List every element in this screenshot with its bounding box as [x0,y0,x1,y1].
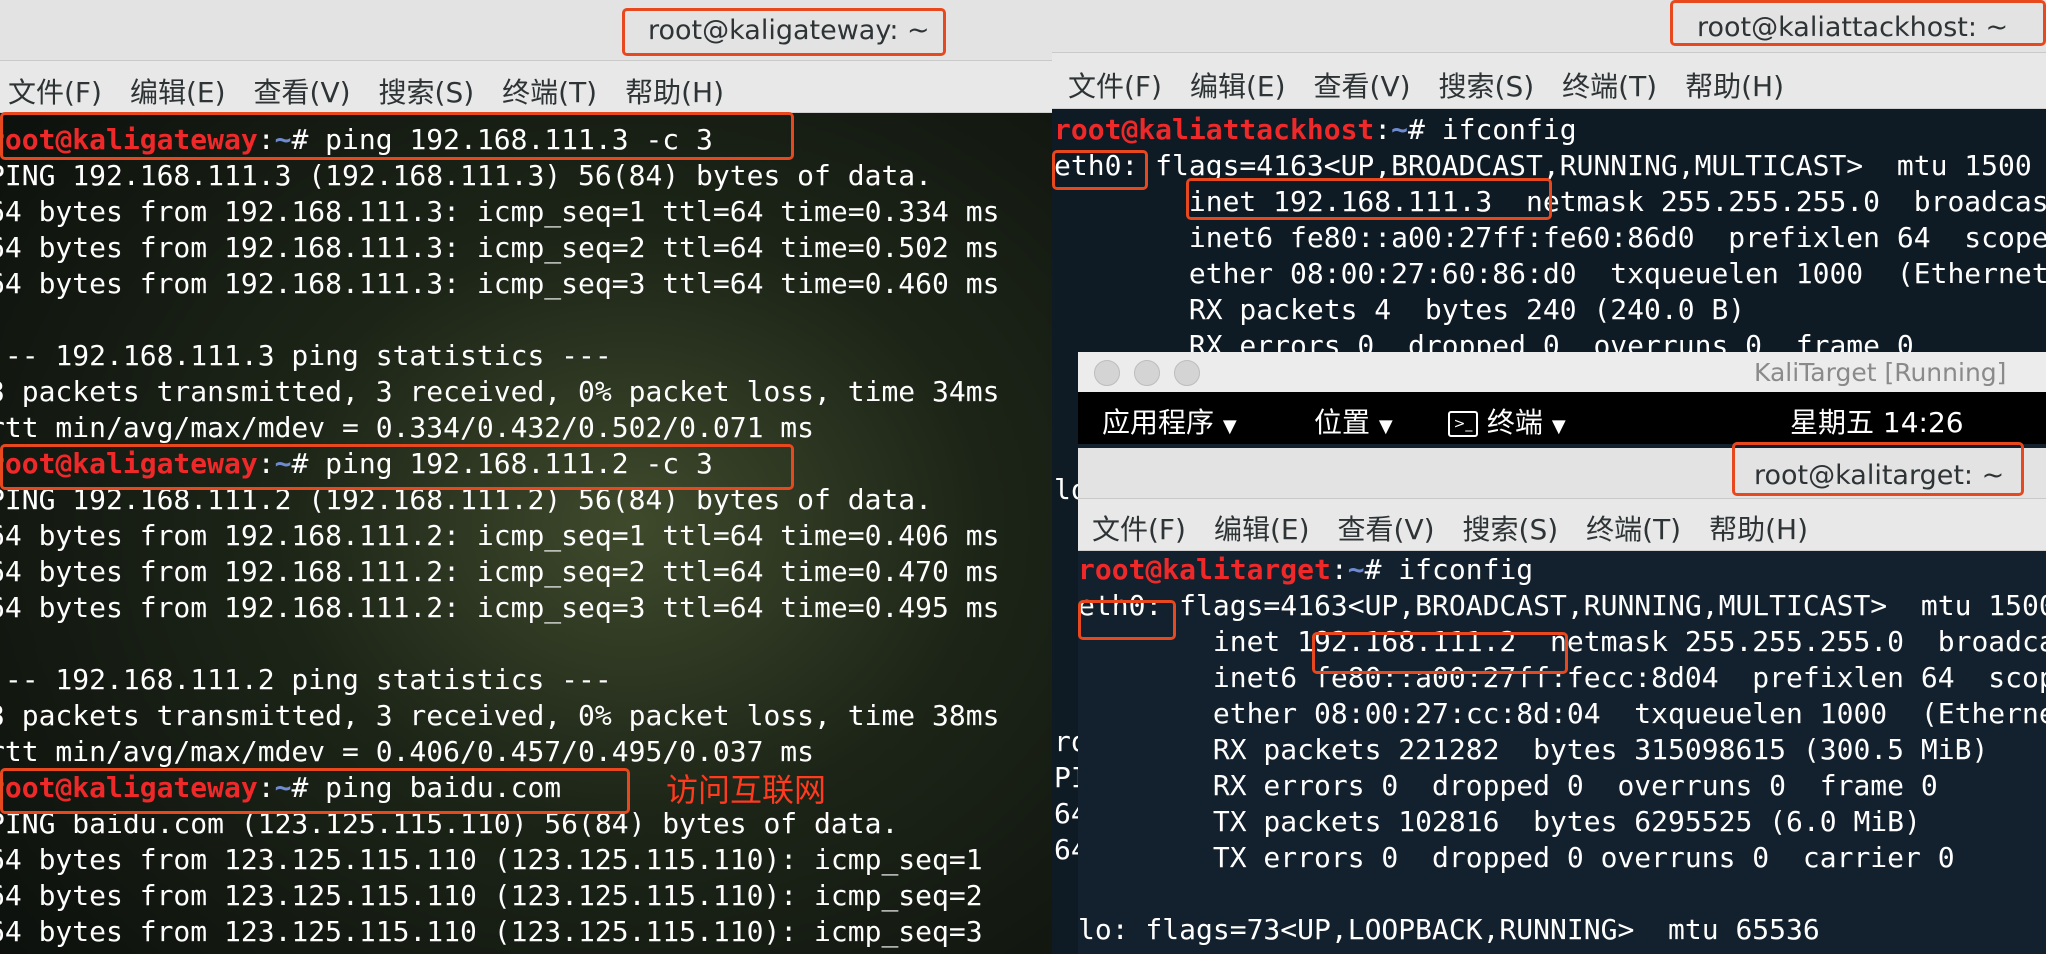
places-menu[interactable]: 位置 ▼ [1314,401,1393,441]
vbox-close-button[interactable] [1094,360,1120,386]
terminal-line: inet6 fe80::a00:27ff:fe60:86d0 prefixlen… [1054,221,2046,254]
annotation-internet-access: 访问互联网 [666,771,827,809]
vbox-minimize-button[interactable] [1134,360,1160,386]
terminal-line: 64 bytes from 192.168.111.3: icmp_seq=2 … [0,231,1000,264]
target-terminal-output[interactable]: root@kalitarget:~# ifconfig eth0: flags=4… [1078,552,2046,954]
menu-item[interactable]: 编辑(E) [130,71,226,111]
menu-item[interactable]: 编辑(E) [1214,508,1310,548]
terminal-line: 64 bytes from 123.125.115.110 (123.125.1… [0,879,983,912]
highlight-target-eth0 [1078,600,1176,640]
menu-item[interactable]: 终端(T) [1562,65,1657,105]
menu-item[interactable]: 搜索(S) [1463,508,1559,548]
highlight-attackhost-title [1670,0,2046,46]
terminal-line: 64 bytes from 192.168.111.2: icmp_seq=1 … [0,519,1000,552]
highlight-attackhost-eth0 [1052,150,1148,190]
highlight-ping-111-2 [0,444,794,490]
terminal-line: 64 bytes from 123.125.115.110 (123.125.1… [0,915,983,948]
terminal-line: PING 192.168.111.3 (192.168.111.3) 56(84… [0,159,933,192]
vbox-titlebar[interactable]: KaliTarget [Running] [1078,352,2046,393]
terminal-line: rtt min/avg/max/mdev = 0.406/0.457/0.495… [0,735,815,768]
attackhost-menubar: 文件(F) 编辑(E) 查看(V) 搜索(S) 终端(T) 帮助(H) [1052,53,2046,109]
terminal-icon: >_ [1448,411,1478,437]
terminal-line: TX packets 102816 bytes 6295525 (6.0 MiB… [1078,805,1921,838]
menu-item[interactable]: 文件(F) [8,71,102,111]
target-terminal-window[interactable]: root@kalitarget: ~ 文件(F) 编辑(E) 查看(V) 搜索(S) 终… [1078,448,2046,954]
menu-item[interactable]: 文件(F) [1092,508,1186,548]
terminal-line: 64 bytes from 192.168.111.3: icmp_seq=1 … [0,195,1000,228]
terminal-app-menu[interactable]: >_ 终端 ▼ [1448,401,1566,441]
terminal-line: RX packets 4 bytes 240 (240.0 B) [1054,293,1746,326]
menu-item[interactable]: 编辑(E) [1190,65,1286,105]
terminal-line: lo: flags=73<UP,LOOPBACK,RUNNING> mtu 65… [1078,913,1820,946]
terminal-line: 64 bytes from 192.168.111.2: icmp_seq=3 … [0,591,1000,624]
terminal-line: RX packets 221282 bytes 315098615 (300.5… [1078,733,1989,766]
chevron-down-icon: ▼ [1222,416,1237,437]
highlight-target-inet [1312,632,1568,674]
highlight-attackhost-inet [1186,178,1552,220]
gateway-menubar: 文件(F) 编辑(E) 查看(V) 搜索(S) 终端(T) 帮助(H) [0,61,1052,113]
menu-item[interactable]: 终端(T) [502,71,597,111]
chevron-down-icon: ▼ [1378,416,1393,437]
terminal-line: ether 08:00:27:60:86:d0 txqueuelen 1000 … [1054,257,2046,290]
terminal-line: 3 packets transmitted, 3 received, 0% pa… [0,699,1000,732]
terminal-line: 64 bytes from 192.168.111.3: icmp_seq=3 … [0,267,1000,300]
vbox-window-title: KaliTarget [Running] [1754,358,2007,387]
terminal-line: rtt min/avg/max/mdev = 0.334/0.432/0.502… [0,411,815,444]
vbox-maximize-button[interactable] [1174,360,1200,386]
highlight-gateway-title [622,8,946,56]
panel-clock[interactable]: 星期五 14:26 [1790,401,1964,441]
terminal-line: eth0: flags=4163<UP,BROADCAST,RUNNING,MU… [1078,589,2046,622]
menu-item[interactable]: 查看(V) [1338,508,1435,548]
terminal-line: --- 192.168.111.3 ping statistics --- [0,339,612,372]
terminal-line: root@kaliattackhost:~# ifconfig [1054,113,1577,146]
menu-item[interactable]: 搜索(S) [1439,65,1535,105]
menu-item[interactable]: 文件(F) [1068,65,1162,105]
terminal-line: --- 192.168.111.2 ping statistics --- [0,663,612,696]
menu-item[interactable]: 搜索(S) [379,71,475,111]
terminal-line: TX errors 0 dropped 0 overruns 0 carrier… [1078,841,1955,874]
target-menubar: 文件(F) 编辑(E) 查看(V) 搜索(S) 终端(T) 帮助(H) [1078,499,2046,551]
terminal-line: RX errors 0 dropped 0 overruns 0 frame 0 [1078,769,1938,802]
terminal-line: 3 packets transmitted, 3 received, 0% pa… [0,375,1000,408]
terminal-line: 64 bytes from 123.125.115.110 (123.125.1… [0,843,983,876]
gnome-top-panel: 应用程序 ▼ 位置 ▼ >_ 终端 ▼ 星期五 14:26 [1078,392,2046,444]
menu-item[interactable]: 终端(T) [1586,508,1681,548]
chevron-down-icon: ▼ [1551,416,1566,437]
menu-item[interactable]: 查看(V) [1314,65,1411,105]
applications-menu[interactable]: 应用程序 ▼ [1102,401,1237,441]
menu-item[interactable]: 帮助(H) [1685,65,1784,105]
terminal-line: ether 08:00:27:cc:8d:04 txqueuelen 1000 … [1078,697,2046,730]
highlight-ping-111-3 [0,112,794,160]
menu-item[interactable]: 帮助(H) [625,71,724,111]
highlight-target-title [1732,442,2024,496]
menu-item[interactable]: 帮助(H) [1709,508,1808,548]
menu-item[interactable]: 查看(V) [254,71,351,111]
highlight-ping-baidu [0,768,630,814]
terminal-line: 64 bytes from 192.168.111.2: icmp_seq=2 … [0,555,1000,588]
gateway-terminal-output[interactable]: root@kaligateway:~# ping 192.168.111.3 -… [0,122,1052,954]
terminal-line: root@kalitarget:~# ifconfig [1078,553,1534,586]
